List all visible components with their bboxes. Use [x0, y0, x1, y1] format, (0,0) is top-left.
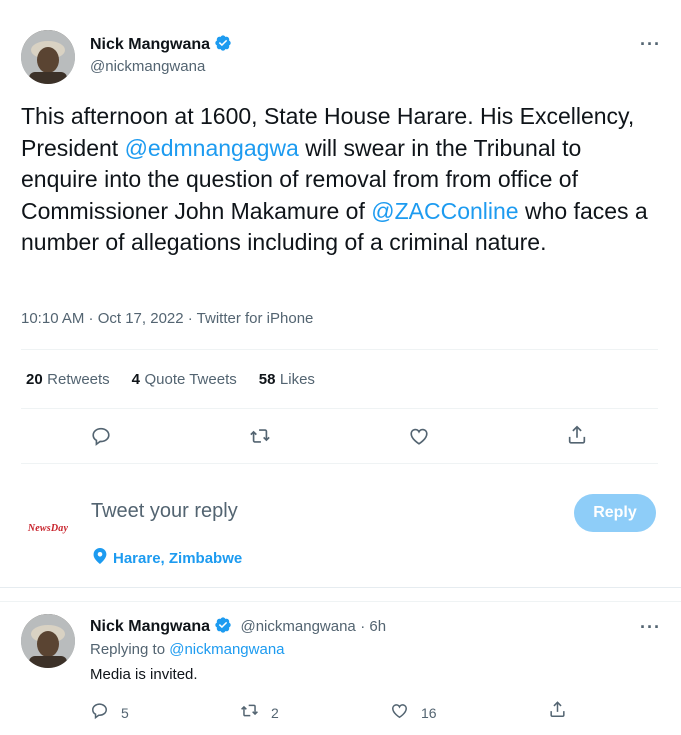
- retweet-icon[interactable]: [249, 425, 271, 452]
- author-name-row: Nick Mangwana: [90, 34, 232, 57]
- reply-text: Media is invited.: [90, 666, 198, 683]
- author-name[interactable]: Nick Mangwana: [90, 36, 210, 53]
- heart-icon: [390, 701, 409, 725]
- heart-icon[interactable]: [408, 425, 430, 452]
- newsday-logo: NewsDay: [27, 522, 69, 534]
- author-handle[interactable]: @nickmangwana: [90, 58, 205, 75]
- retweet-icon: [240, 701, 259, 725]
- divider: [21, 463, 658, 464]
- mention-link[interactable]: @ZACConline: [371, 198, 518, 224]
- more-icon[interactable]: ···: [640, 617, 661, 638]
- tweet-timestamp[interactable]: 10:10 AM · Oct 17, 2022 · Twitter for iP…: [21, 310, 313, 327]
- retweets-count: 20: [26, 371, 43, 388]
- replying-to-prefix: Replying to: [90, 641, 170, 658]
- replying-to: Replying to @nickmangwana: [90, 641, 285, 658]
- share-icon[interactable]: [548, 700, 567, 724]
- reply-icon[interactable]: [90, 425, 112, 452]
- reply-action[interactable]: 5: [90, 701, 129, 725]
- likes-count: 58: [258, 371, 276, 388]
- divider: [21, 408, 658, 409]
- divider: [0, 601, 681, 602]
- more-icon[interactable]: ···: [640, 34, 661, 55]
- reply-count: 5: [121, 705, 129, 721]
- retweets-label: Retweets: [47, 371, 110, 388]
- composer-avatar[interactable]: NewsDay: [21, 501, 75, 555]
- reply-button[interactable]: Reply: [574, 494, 656, 532]
- tweet-text: This afternoon at 1600, State House Hara…: [21, 101, 661, 259]
- location-tag[interactable]: Harare, Zimbabwe: [93, 548, 242, 568]
- reply-icon: [90, 701, 109, 725]
- retweet-count: 2: [271, 705, 279, 721]
- location-label: Harare, Zimbabwe: [113, 549, 243, 567]
- share-icon[interactable]: [566, 424, 588, 451]
- retweets-stat[interactable]: 20 Retweets: [26, 371, 110, 389]
- reply-input[interactable]: Tweet your reply: [91, 500, 238, 523]
- author-avatar[interactable]: [21, 30, 75, 84]
- like-count: 16: [421, 705, 437, 721]
- tweet-stats: 20 Retweets 4 Quote Tweets 58 Likes: [26, 371, 315, 389]
- reply-author-name[interactable]: Nick Mangwana: [90, 618, 210, 635]
- reply-author-handle[interactable]: @nickmangwana: [240, 618, 355, 635]
- location-pin-icon: [93, 548, 107, 568]
- mention-link[interactable]: @edmnangagwa: [125, 135, 299, 161]
- retweet-action[interactable]: 2: [240, 701, 279, 725]
- quotes-count: 4: [131, 371, 141, 388]
- reply-header: Nick Mangwana @nickmangwana · 6h: [90, 616, 386, 639]
- divider: [0, 587, 681, 588]
- verified-badge-icon: [214, 616, 232, 639]
- likes-label: Likes: [279, 371, 315, 388]
- reply-author-avatar[interactable]: [21, 614, 75, 668]
- quote-tweets-stat[interactable]: 4 Quote Tweets: [132, 371, 237, 389]
- verified-badge-icon: [214, 34, 232, 57]
- replying-to-link[interactable]: @nickmangwana: [169, 641, 284, 658]
- likes-stat[interactable]: 58 Likes: [259, 371, 315, 389]
- divider: [21, 349, 658, 350]
- like-action[interactable]: 16: [390, 701, 437, 725]
- reply-time[interactable]: · 6h: [360, 618, 386, 635]
- quotes-label: Quote Tweets: [144, 371, 237, 388]
